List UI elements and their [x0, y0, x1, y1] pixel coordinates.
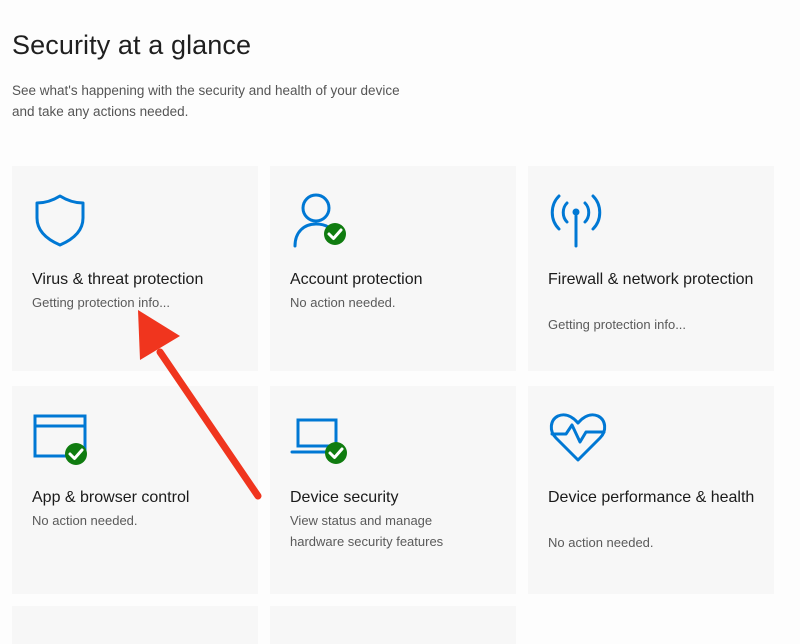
- green-check-icon: [65, 443, 87, 465]
- security-page: Security at a glance See what's happenin…: [0, 0, 800, 644]
- heart-pulse-icon: [548, 412, 608, 469]
- tile-status: Getting protection info...: [32, 295, 171, 310]
- green-check-icon: [325, 442, 347, 464]
- tile-app-browser-control[interactable]: App & browser control No action needed.: [12, 386, 258, 594]
- tile-status: No action needed.: [290, 295, 396, 310]
- tile-virus-threat-protection[interactable]: Virus & threat protection Getting protec…: [12, 166, 258, 371]
- tile-firewall-network-protection[interactable]: Firewall & network protection Getting pr…: [528, 166, 774, 371]
- tile-partial: [270, 606, 516, 644]
- tile-title: Account protection: [290, 271, 423, 288]
- tile-partial: [12, 606, 258, 644]
- page-title: Security at a glance: [12, 30, 252, 60]
- tile-device-performance-health[interactable]: Device performance & health No action ne…: [528, 386, 774, 594]
- green-check-icon: [324, 223, 346, 245]
- shield-icon: [32, 192, 88, 253]
- tile-title: Device security: [290, 489, 399, 506]
- laptop-icon: [290, 412, 354, 475]
- tile-status: No action needed.: [548, 535, 654, 550]
- tile-title: Firewall & network protection: [548, 271, 754, 288]
- tile-title: App & browser control: [32, 489, 190, 506]
- tile-account-protection[interactable]: Account protection No action needed.: [270, 166, 516, 371]
- tile-status: No action needed.: [32, 513, 138, 528]
- tile-status: Getting protection info...: [548, 317, 687, 332]
- person-icon: [290, 190, 352, 255]
- tile-title: Device performance & health: [548, 489, 755, 506]
- browser-window-icon: [32, 412, 94, 475]
- tile-title: Virus & threat protection: [32, 271, 204, 288]
- wireless-antenna-icon: [548, 190, 604, 255]
- page-subtitle: See what's happening with the security a…: [12, 83, 400, 119]
- tile-status: View status and manage hardware security…: [290, 513, 444, 549]
- tile-device-security[interactable]: Device security View status and manage h…: [270, 386, 516, 594]
